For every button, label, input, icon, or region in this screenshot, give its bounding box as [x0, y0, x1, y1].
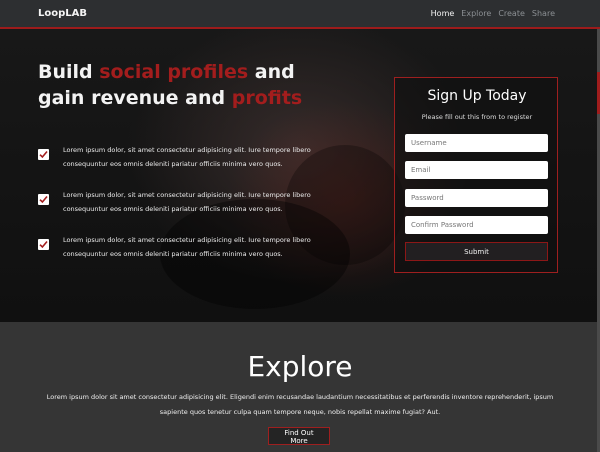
- nav-links: Home Explore Create Share: [431, 9, 555, 18]
- nav-share[interactable]: Share: [532, 9, 555, 18]
- signup-form: Sign Up Today Please fill out this from …: [394, 77, 558, 273]
- explore-text: Lorem ipsum dolor sit amet consectetur a…: [46, 393, 554, 416]
- nav-create[interactable]: Create: [498, 9, 525, 18]
- headline-text-1: Build: [38, 60, 100, 83]
- check-icon: [38, 194, 49, 205]
- nav-home[interactable]: Home: [431, 9, 455, 18]
- feature-item: Lorem ipsum dolor, sit amet consectetur …: [38, 233, 338, 265]
- brand-logo[interactable]: LoopLAB: [38, 8, 87, 19]
- username-input[interactable]: [405, 134, 548, 152]
- feature-text: Lorem ipsum dolor, sit amet consectetur …: [63, 146, 311, 168]
- feature-text: Lorem ipsum dolor, sit amet consectetur …: [63, 236, 311, 258]
- email-input[interactable]: [405, 161, 548, 179]
- find-out-more-button[interactable]: Find Out More: [268, 427, 330, 445]
- nav-explore[interactable]: Explore: [461, 9, 491, 18]
- password-input[interactable]: [405, 189, 548, 207]
- confirm-password-input[interactable]: [405, 216, 548, 234]
- check-icon: [38, 149, 49, 160]
- submit-button[interactable]: Submit: [405, 242, 548, 261]
- explore-section: Explore Lorem ipsum dolor sit amet conse…: [0, 322, 600, 452]
- feature-text: Lorem ipsum dolor, sit amet consectetur …: [63, 191, 311, 213]
- feature-item: Lorem ipsum dolor, sit amet consectetur …: [38, 188, 338, 220]
- signup-title: Sign Up Today: [427, 88, 527, 104]
- feature-item: Lorem ipsum dolor, sit amet consectetur …: [38, 143, 338, 175]
- headline-accent-social-profiles: social profiles: [99, 60, 249, 83]
- signup-subtitle: Please fill out this from to register: [421, 113, 533, 121]
- hero-headline: Build social profiles and gain revenue a…: [38, 59, 338, 111]
- explore-title: Explore: [247, 350, 353, 383]
- navbar: LoopLAB Home Explore Create Share: [0, 0, 600, 29]
- headline-accent-profits: profits: [231, 86, 303, 109]
- check-icon: [38, 239, 49, 250]
